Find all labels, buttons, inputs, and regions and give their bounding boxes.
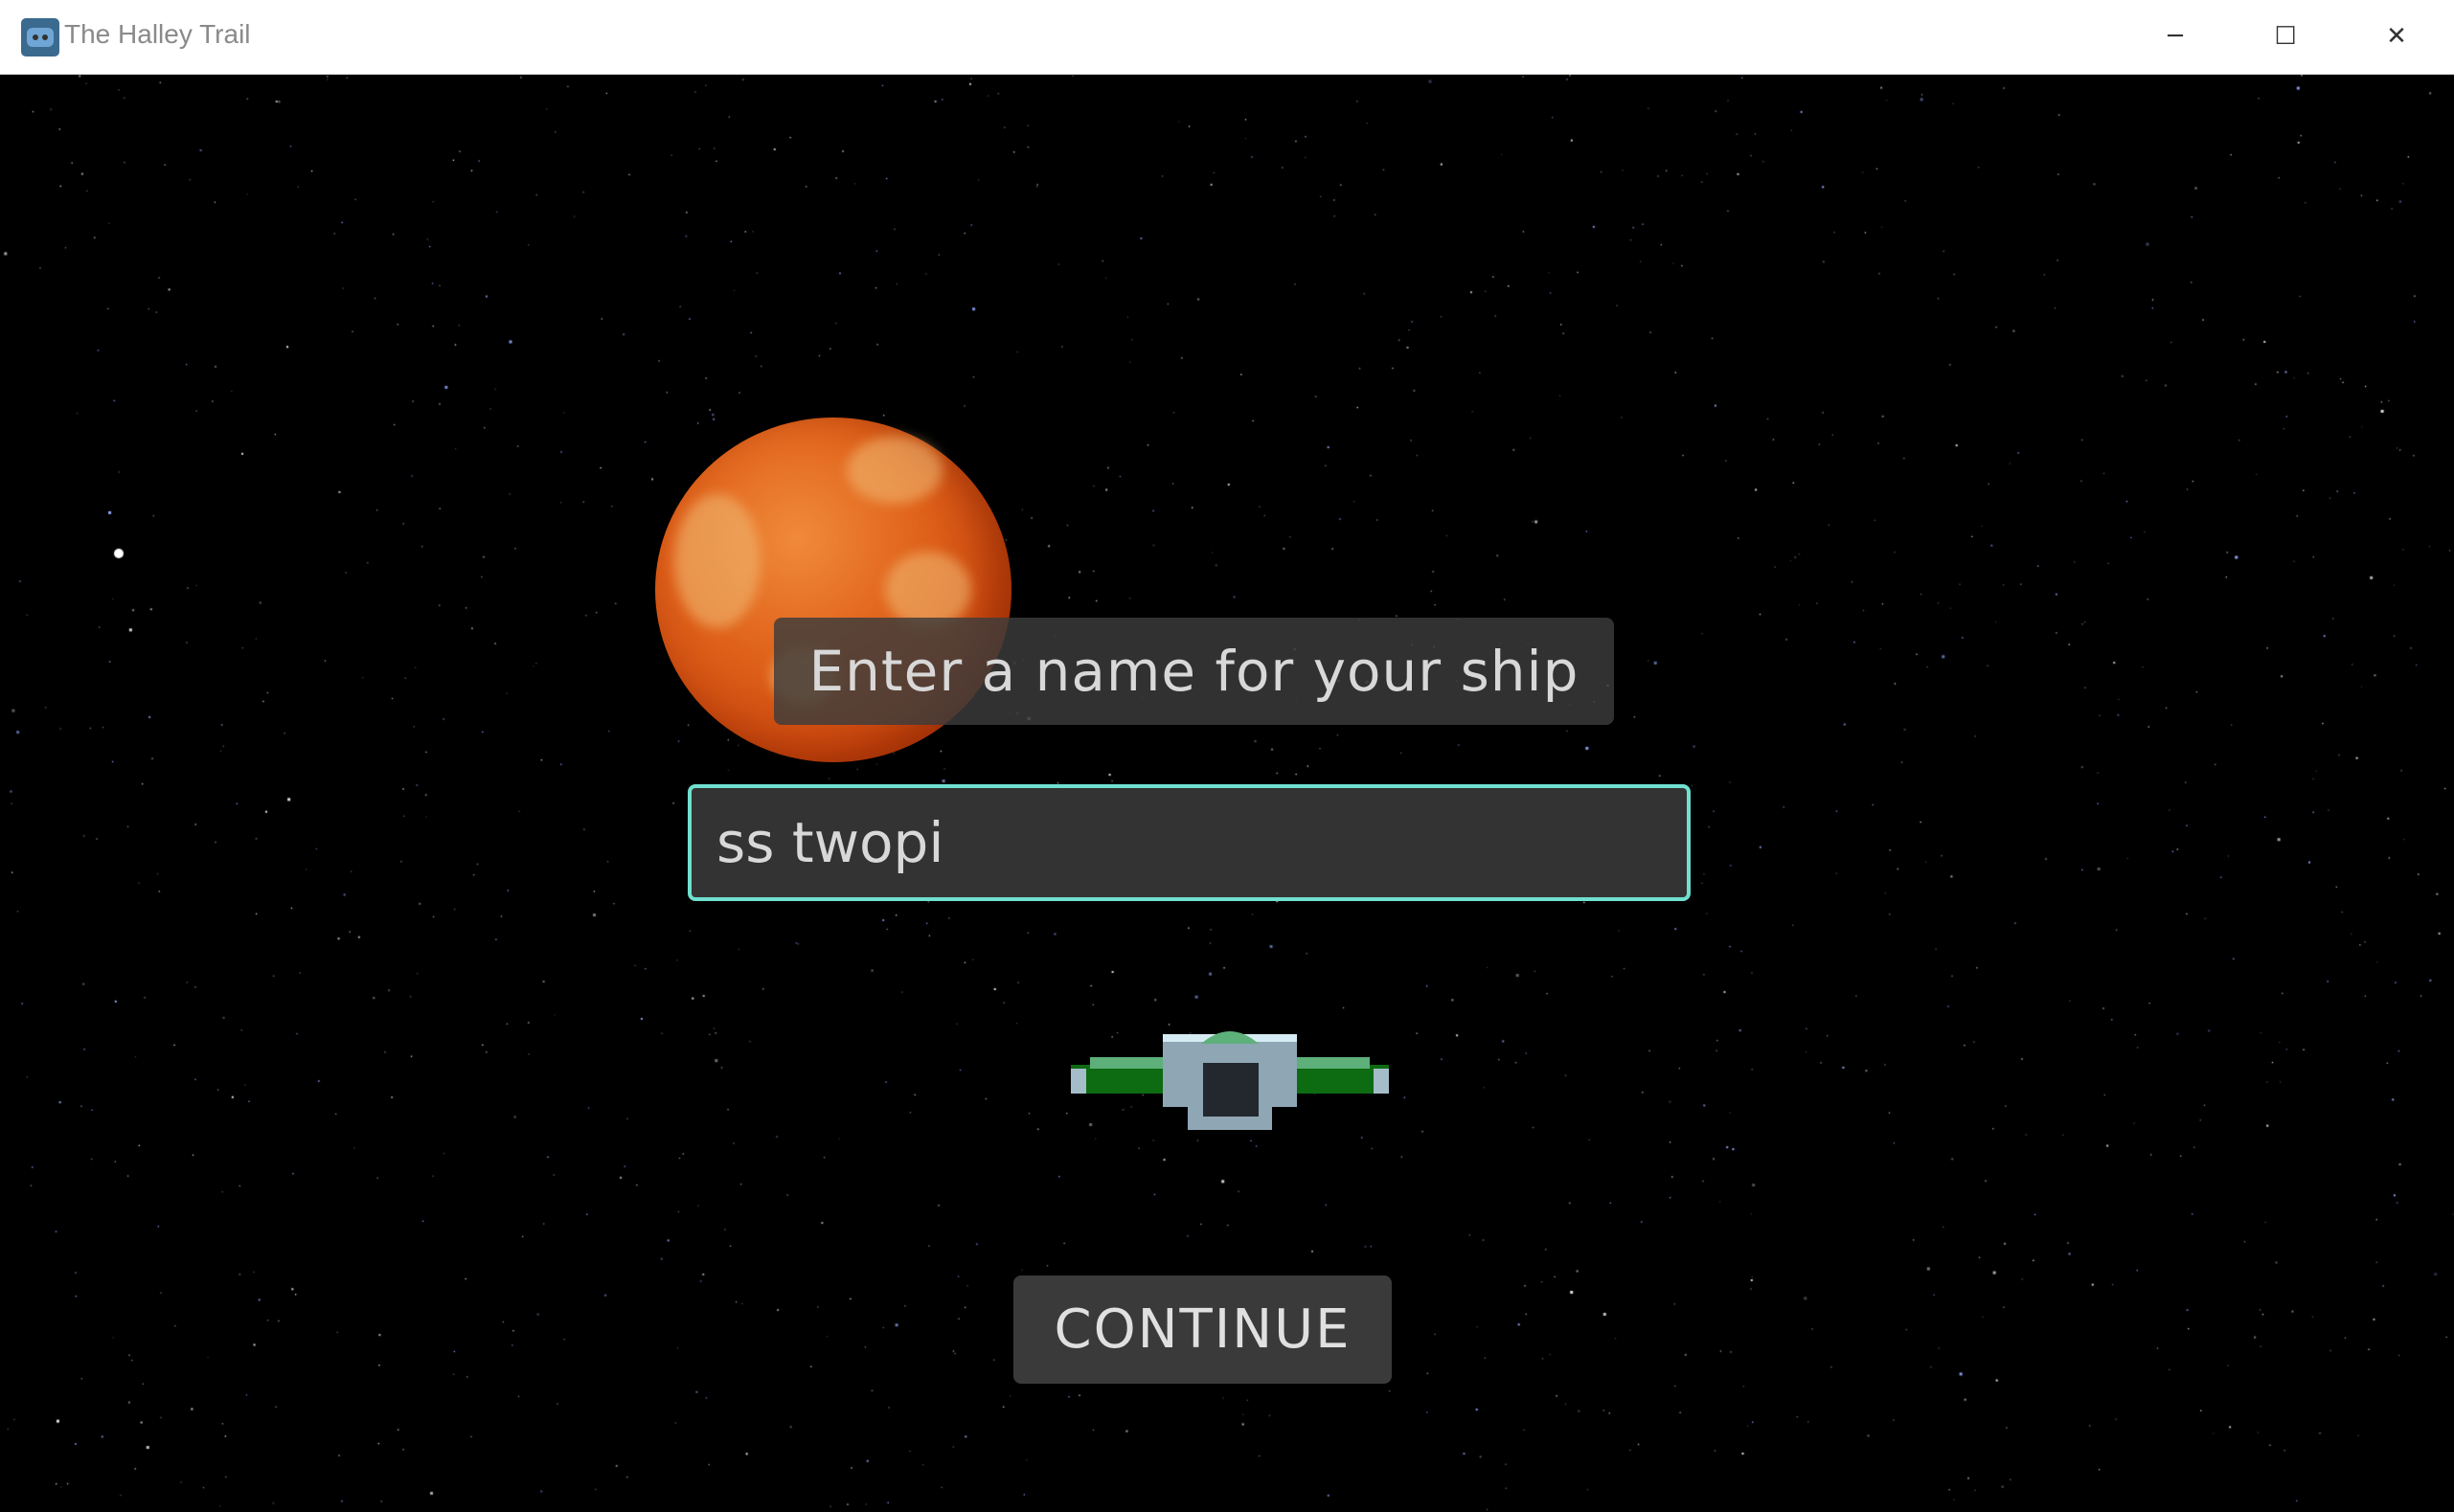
window-titlebar[interactable]: The Halley Trail ─ ☐ ✕ (0, 0, 2454, 75)
ship-name-prompt: Enter a name for your ship (774, 618, 1614, 725)
game-viewport: Enter a name for your ship CONTINUE (2, 75, 2454, 1512)
window-title: The Halley Trail (64, 19, 251, 49)
spaceship-sprite (1071, 1031, 1389, 1130)
ship-name-input[interactable] (688, 784, 1691, 901)
maximize-button[interactable]: ☐ (2233, 0, 2338, 73)
close-button[interactable]: ✕ (2344, 0, 2449, 73)
continue-button[interactable]: CONTINUE (1013, 1275, 1392, 1384)
godot-engine-icon (21, 18, 59, 56)
minimize-button[interactable]: ─ (2123, 0, 2228, 73)
